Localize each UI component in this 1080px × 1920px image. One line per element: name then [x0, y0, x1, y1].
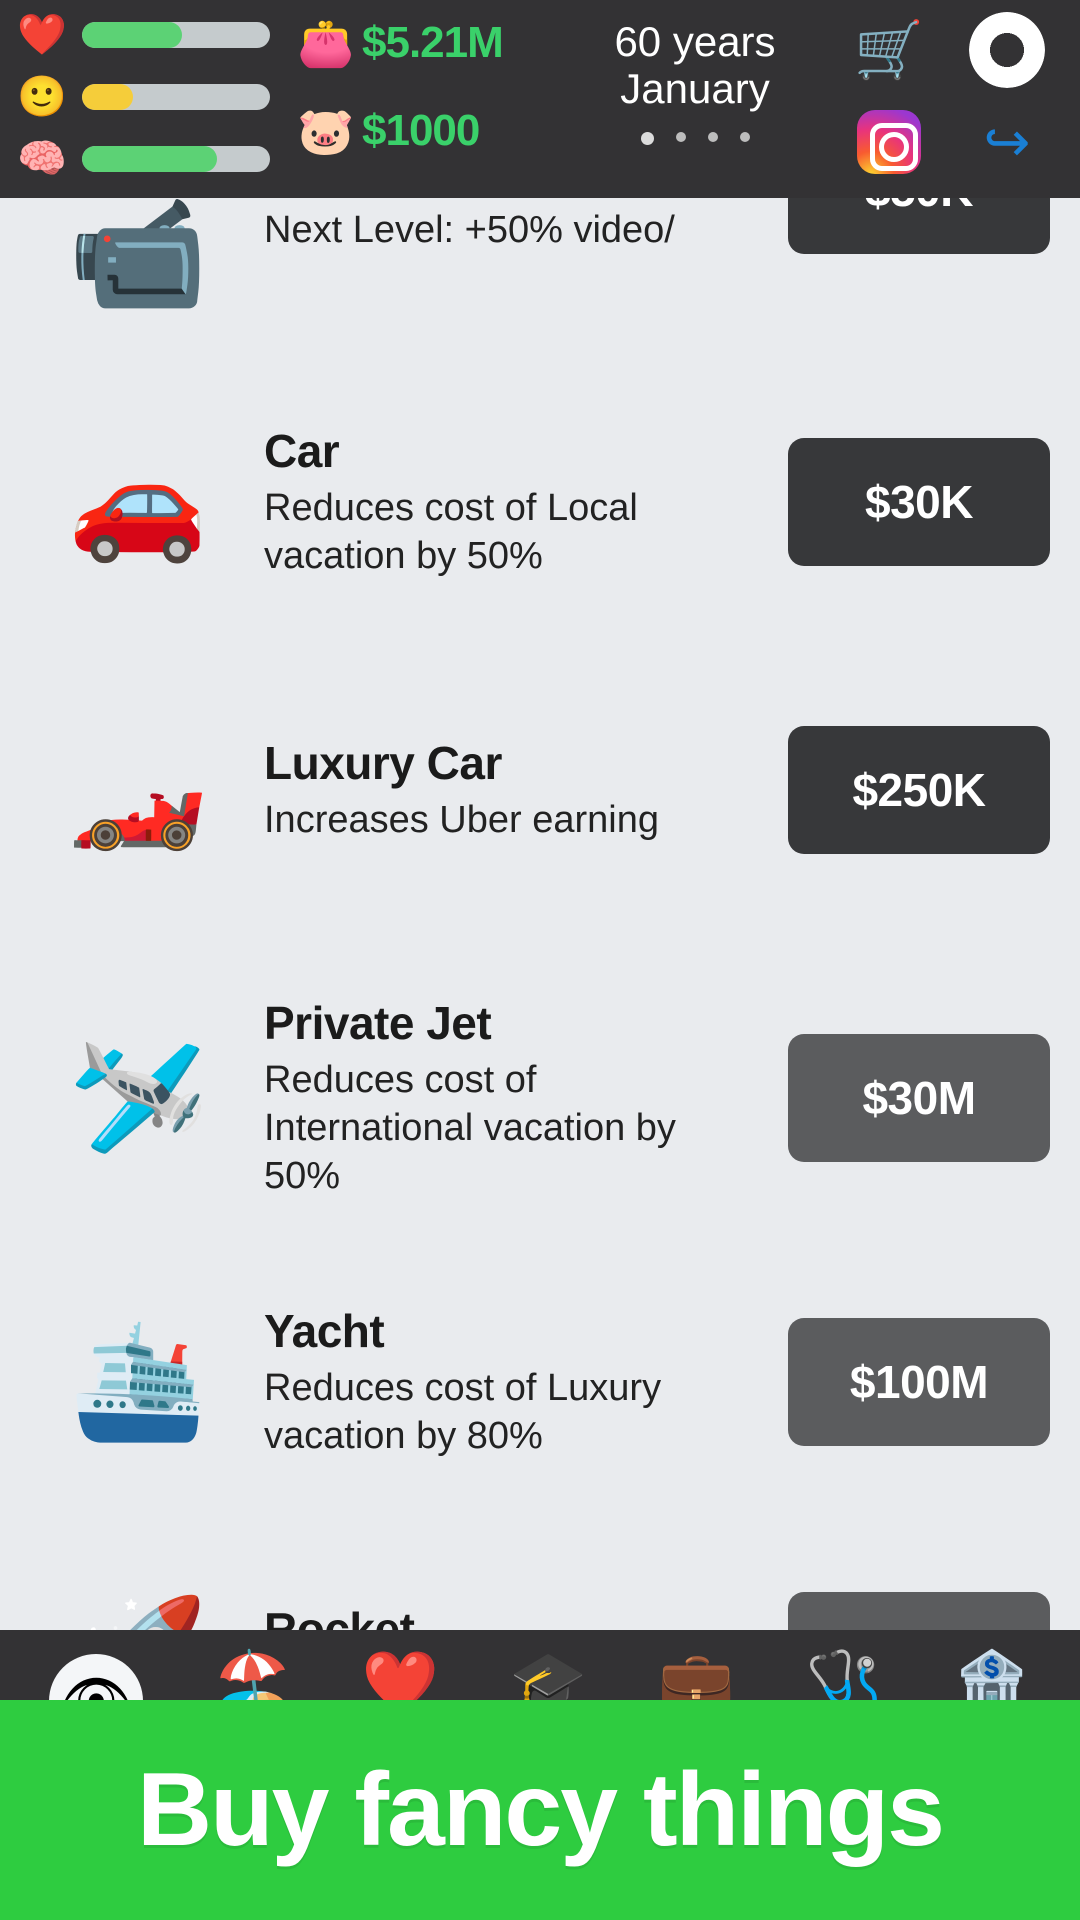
savings-row: 🐷 $1000	[290, 100, 560, 162]
hud-actions: 🛒 ↪	[830, 0, 1080, 188]
stat-row-health: ❤️	[14, 14, 290, 56]
item-title: Car	[264, 424, 340, 477]
instagram-icon[interactable]	[857, 110, 921, 174]
item-text: Level: 1 Next Level: +50% video/	[264, 198, 788, 255]
item-title: Private Jet	[264, 996, 492, 1049]
stat-bars: ❤️ 🙂 🧠	[0, 0, 290, 180]
item-desc-line: Increases Uber earning	[264, 798, 659, 841]
date-panel: 60 years January	[560, 0, 830, 146]
promo-banner-text: Buy fancy things	[137, 1751, 945, 1868]
list-item[interactable]: 🏎️ Luxury Car Increases Uber earning $25…	[0, 676, 1080, 904]
item-desc-line: Reduces cost of Local	[264, 486, 638, 529]
smiley-icon: 🙂	[17, 75, 67, 119]
wallet-row: 👛 $5.21M	[290, 12, 560, 74]
item-title: Rocket	[264, 1602, 415, 1630]
item-desc-line: Reduces cost of Luxury	[264, 1366, 662, 1409]
buy-button[interactable]: $250K	[788, 726, 1050, 854]
stat-row-smarts: 🧠	[14, 138, 290, 180]
item-desc-line: International vacation by	[264, 1106, 676, 1149]
buy-button[interactable]: $30K	[788, 438, 1050, 566]
camera-tripod-icon: 📹	[68, 198, 208, 316]
buy-button[interactable]: $100M	[788, 1318, 1050, 1446]
top-hud: ❤️ 🙂 🧠 👛 $5.21M 🐷 $1000 60 years January…	[0, 0, 1080, 198]
buy-button[interactable]: $50K	[788, 198, 1050, 254]
item-desc-line: Level: 1	[264, 198, 770, 206]
luxury-car-icon: 🏎️	[68, 727, 208, 852]
piggy-bank-icon: 🐷	[297, 105, 355, 157]
item-desc-line: vacation by 80%	[264, 1415, 543, 1457]
item-text: Rocket Allow access to space	[264, 1602, 788, 1630]
age-label: 60 years	[614, 18, 776, 65]
yacht-icon: 🛳️	[68, 1319, 208, 1444]
list-item[interactable]: 🛩️ Private Jet Reduces cost of Internati…	[0, 964, 1080, 1232]
health-bar-fill	[82, 22, 182, 48]
stat-row-happiness: 🙂	[14, 76, 290, 118]
month-label: January	[620, 65, 770, 113]
promo-banner: Buy fancy things	[0, 1700, 1080, 1920]
item-text: Private Jet Reduces cost of Internationa…	[264, 996, 788, 1201]
page-dot	[640, 132, 654, 146]
buy-button[interactable]: $2B	[788, 1592, 1050, 1630]
item-desc-line: Reduces cost of	[264, 1058, 537, 1101]
happiness-bar-fill	[82, 84, 133, 110]
smarts-bar-fill	[82, 146, 218, 172]
page-dots	[640, 132, 750, 146]
list-item[interactable]: 🚗 Car Reduces cost of Local vacation by …	[0, 388, 1080, 616]
shop-list[interactable]: 📹 Level: 1 Next Level: +50% video/ $50K …	[0, 198, 1080, 1630]
list-item[interactable]: 🛳️ Yacht Reduces cost of Luxury vacation…	[0, 1268, 1080, 1496]
game-screen: ❤️ 🙂 🧠 👛 $5.21M 🐷 $1000 60 years January…	[0, 0, 1080, 1920]
cart-icon[interactable]: 🛒	[854, 22, 924, 78]
wallet-amount: $5.21M	[362, 18, 504, 67]
money-panel: 👛 $5.21M 🐷 $1000	[290, 0, 560, 162]
item-text: Yacht Reduces cost of Luxury vacation by…	[264, 1304, 788, 1461]
happiness-bar-track	[82, 84, 270, 110]
item-text: Luxury Car Increases Uber earning	[264, 736, 788, 844]
car-icon: 🚗	[68, 439, 208, 564]
smarts-bar-track	[82, 146, 270, 172]
list-item[interactable]: 🚀 Rocket Allow access to space $2B	[0, 1556, 1080, 1630]
list-item[interactable]: 📹 Level: 1 Next Level: +50% video/ $50K	[0, 198, 1080, 328]
item-title: Yacht	[264, 1304, 385, 1357]
item-desc-line: Next Level: +50% video/	[264, 209, 675, 252]
settings-icon[interactable]	[969, 12, 1045, 88]
health-bar-track	[82, 22, 270, 48]
brain-icon: 🧠	[17, 137, 67, 181]
page-dot	[675, 132, 686, 143]
item-desc-line: 50%	[264, 1155, 341, 1198]
savings-amount: $1000	[362, 106, 480, 155]
item-text: Car Reduces cost of Local vacation by 50…	[264, 424, 788, 581]
item-title: Luxury Car	[264, 736, 502, 789]
buy-button[interactable]: $30M	[788, 1034, 1050, 1162]
page-dot	[739, 132, 750, 143]
page-dot	[707, 132, 718, 143]
heart-icon: ❤️	[17, 13, 67, 57]
item-desc-line: vacation by 50%	[264, 535, 543, 577]
wallet-icon: 👛	[297, 17, 355, 69]
rocket-icon: 🚀	[12, 1556, 264, 1631]
airplane-icon: 🛩️	[68, 1035, 208, 1160]
share-icon[interactable]: ↪	[984, 114, 1031, 170]
